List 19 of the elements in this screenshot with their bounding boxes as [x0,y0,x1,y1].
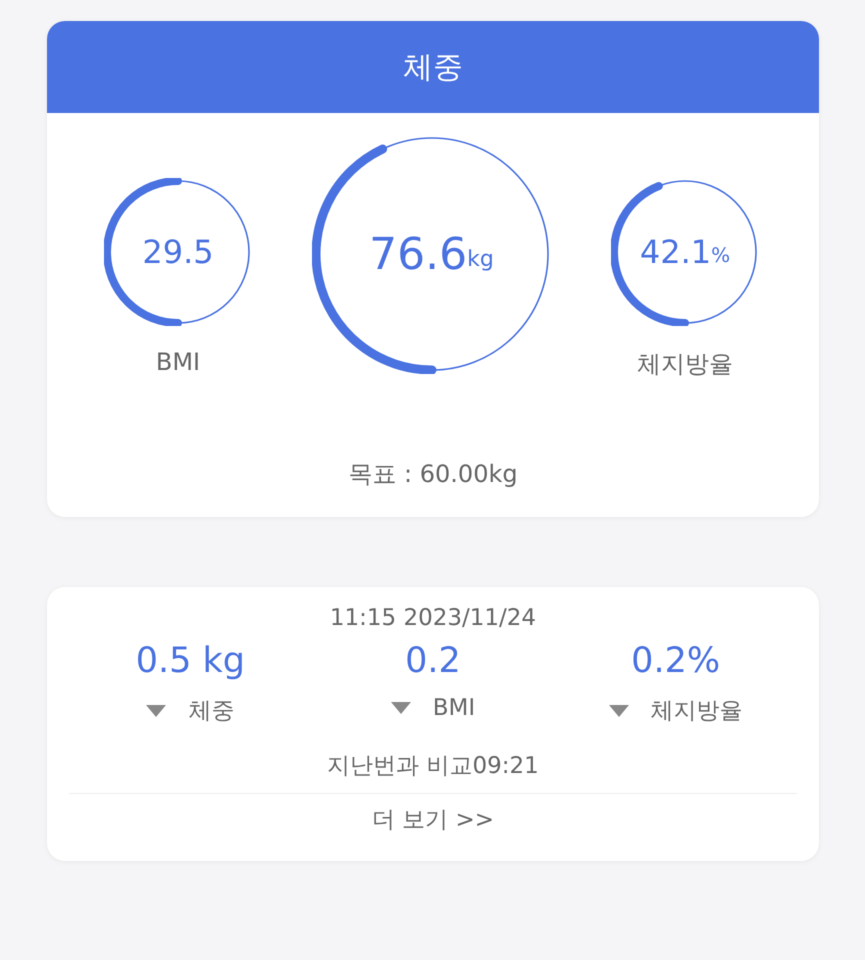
change-value: 0.2% [631,641,720,681]
goal-text: 목표 : 60.00kg [347,459,519,490]
comparison-note: 지난번과 비교09:21 [69,750,797,794]
change-value: 0.2 [405,641,461,681]
more-link[interactable]: 더 보기 >> [372,807,494,833]
gauge-label: BMI [156,348,200,376]
card-title: 체중 [403,48,463,86]
timestamp: 11:15 2023/11/24 [328,605,538,631]
gauge-value: 29.5 [141,232,215,273]
change-value: 0.5 kg [136,641,245,681]
gauge-label: 체지방율 [637,349,733,380]
down-triangle-icon [608,704,629,716]
down-triangle-icon [146,704,166,716]
gauge-value: 42.1% [638,232,732,273]
change-label: BMI [432,695,476,721]
gauge-value: 76.6 kg [368,228,495,282]
change-label: 체중 [188,697,234,726]
down-triangle-icon [390,702,411,714]
change-label: 체지방율 [650,697,743,726]
